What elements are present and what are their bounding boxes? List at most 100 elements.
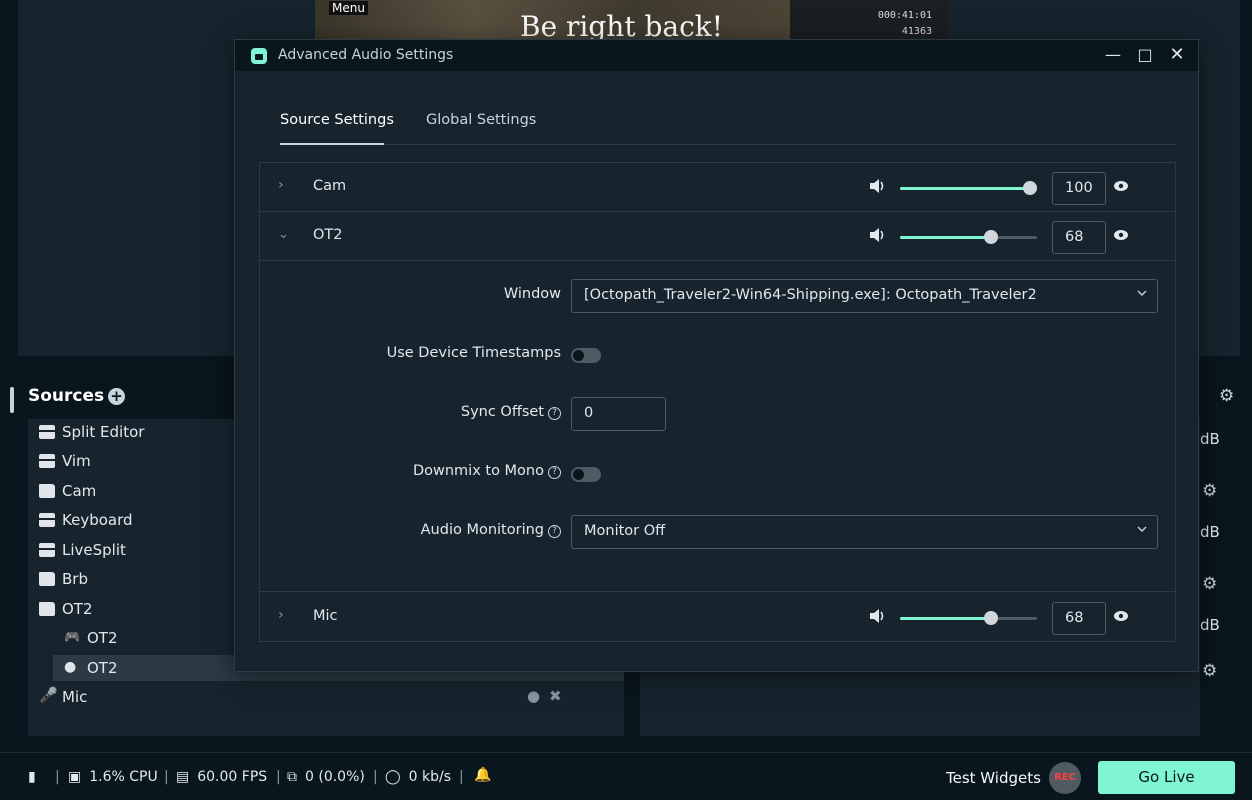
volume-slider-fill (900, 236, 991, 239)
audio-source-row-mic[interactable]: › Mic 68 (260, 593, 1175, 642)
volume-input[interactable]: 68 (1052, 221, 1106, 254)
mixer-db-label: dB (1200, 523, 1220, 541)
tabs-divider (280, 144, 1177, 145)
window-select-value: [Octopath_Traveler2-Win64-Shipping.exe]:… (584, 287, 1037, 303)
tab-global-settings[interactable]: Global Settings (426, 112, 536, 128)
preview-timer: 000:41:01 (877, 10, 932, 21)
maximize-icon[interactable]: □ (1133, 43, 1157, 67)
volume-icon[interactable] (868, 177, 886, 195)
go-live-button[interactable]: Go Live (1098, 761, 1235, 794)
help-icon[interactable]: ? (548, 407, 561, 420)
fps-stat: ▤ 60.00 FPS (176, 769, 267, 785)
audio-monitoring-value: Monitor Off (584, 523, 666, 539)
user-icon: ● (64, 659, 77, 675)
source-label: Cam (62, 482, 97, 500)
timestamps-toggle[interactable] (571, 348, 601, 363)
eye-icon[interactable] (1114, 611, 1128, 621)
sync-offset-label: Sync Offset? (461, 404, 561, 420)
mixer-gear-icon[interactable]: ⚙ (1202, 574, 1217, 594)
source-label: LiveSplit (62, 541, 126, 559)
audio-monitoring-label: Audio Monitoring? (421, 522, 561, 538)
audio-source-row-cam[interactable]: › Cam 100 (260, 163, 1175, 212)
window-label: Window (503, 286, 561, 302)
dropped-frames-icon: ⧉ (287, 769, 297, 785)
preview-counter: 41363 (901, 26, 932, 37)
volume-slider[interactable] (900, 230, 1037, 244)
chevron-down-icon (1137, 290, 1147, 296)
chevron-right-icon[interactable]: › (278, 177, 284, 193)
status-separator: | (459, 769, 464, 785)
close-icon[interactable]: ✕ (1165, 43, 1189, 67)
sources-drag-handle[interactable] (10, 387, 14, 413)
test-widgets-button[interactable]: Test Widgets (946, 769, 1041, 787)
sync-offset-input[interactable]: 0 (571, 397, 666, 431)
downmix-toggle[interactable] (571, 467, 601, 482)
volume-input[interactable]: 68 (1052, 602, 1106, 635)
volume-slider-knob[interactable] (984, 230, 998, 244)
window-icon (39, 543, 55, 557)
stats-chart-icon[interactable]: ▮ (28, 769, 36, 785)
help-icon[interactable]: ? (548, 525, 561, 538)
volume-slider[interactable] (900, 181, 1037, 195)
volume-slider-knob[interactable] (984, 611, 998, 625)
volume-slider-knob[interactable] (1023, 181, 1037, 195)
mixer-gear-icon[interactable]: ⚙ (1202, 661, 1217, 681)
notifications-bell-icon[interactable]: 🔔 (474, 767, 491, 783)
toggle-knob (573, 469, 584, 480)
sources-header: Sources + (10, 383, 234, 413)
mixer-settings-gear-icon[interactable]: ⚙ (1219, 386, 1234, 406)
audio-source-row-ot2[interactable]: ⌄ OT2 68 (260, 212, 1175, 261)
advanced-audio-settings-dialog: Advanced Audio Settings — □ ✕ Source Set… (234, 39, 1199, 672)
audio-source-name: OT2 (313, 227, 343, 243)
active-tab-indicator (280, 143, 384, 145)
visibility-off-icon[interactable]: ✖ (549, 687, 562, 705)
folder-icon (39, 572, 55, 586)
cpu-value: 1.6% CPU (89, 769, 158, 785)
microphone-icon: 🎤 (39, 686, 58, 704)
record-button[interactable]: REC (1049, 762, 1081, 794)
volume-icon[interactable] (868, 226, 886, 244)
audio-source-name: Mic (313, 608, 338, 624)
dialog-title: Advanced Audio Settings (278, 47, 454, 63)
timestamps-label: Use Device Timestamps (386, 345, 561, 361)
gamepad-icon: 🎮 (64, 630, 81, 645)
status-separator: | (164, 769, 169, 785)
source-label: Vim (62, 452, 91, 470)
preview-menu-label: Menu (329, 1, 368, 15)
bitrate-stat: ◯ 0 kb/s (385, 769, 451, 785)
window-select[interactable]: [Octopath_Traveler2-Win64-Shipping.exe]:… (571, 279, 1158, 313)
source-label: Split Editor (62, 423, 145, 441)
status-separator: | (276, 769, 281, 785)
bitrate-icon: ◯ (385, 769, 401, 785)
window-icon (39, 425, 55, 439)
sources-title: Sources (28, 386, 105, 406)
volume-slider[interactable] (900, 611, 1037, 625)
chevron-down-icon[interactable]: ⌄ (278, 227, 289, 242)
volume-slider-fill (900, 617, 991, 620)
cpu-stat: ▣ 1.6% CPU (68, 769, 158, 785)
tab-source-settings[interactable]: Source Settings (280, 112, 394, 128)
minimize-icon[interactable]: — (1101, 43, 1125, 67)
downmix-text: Downmix to Mono (412, 463, 544, 479)
volume-input[interactable]: 100 (1052, 172, 1106, 205)
lock-icon[interactable]: ● (527, 687, 540, 705)
dropped-value: 0 (0.0%) (305, 769, 365, 785)
add-source-icon[interactable]: + (108, 388, 125, 405)
mixer-gear-icon[interactable]: ⚙ (1202, 481, 1217, 501)
status-separator: | (373, 769, 378, 785)
eye-icon[interactable] (1114, 230, 1128, 240)
right-strip (1200, 356, 1252, 741)
eye-icon[interactable] (1114, 181, 1128, 191)
volume-icon[interactable] (868, 607, 886, 625)
fps-value: 60.00 FPS (197, 769, 268, 785)
fps-icon: ▤ (176, 769, 190, 785)
cpu-icon: ▣ (68, 769, 82, 785)
downmix-label: Downmix to Mono? (413, 463, 561, 479)
source-label: OT2 (87, 629, 118, 647)
dialog-titlebar[interactable]: Advanced Audio Settings — □ ✕ (235, 40, 1198, 71)
left-edge (0, 0, 10, 800)
audio-monitoring-select[interactable]: Monitor Off (571, 515, 1158, 549)
help-icon[interactable]: ? (548, 466, 561, 479)
preview-brb-text: Be right back! (520, 10, 724, 40)
chevron-right-icon[interactable]: › (278, 607, 284, 623)
